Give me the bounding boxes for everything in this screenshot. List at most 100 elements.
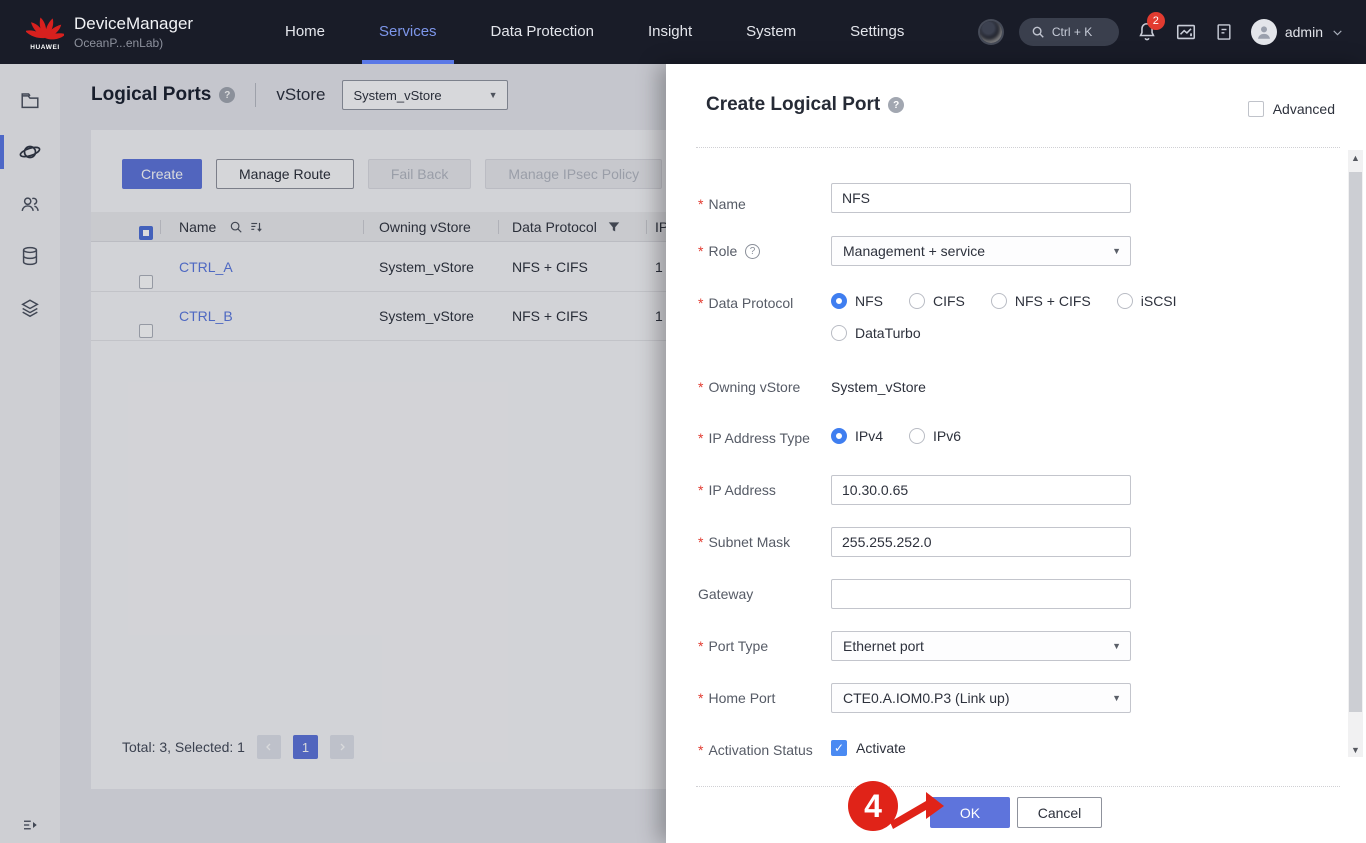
advanced-checkbox[interactable] (1248, 101, 1264, 117)
activate-checkbox[interactable]: ✓ (831, 740, 847, 756)
next-page-button[interactable] (330, 735, 354, 759)
page-title: Logical Ports (91, 84, 211, 106)
role-select[interactable]: Management + service ▼ (831, 236, 1131, 266)
user-menu[interactable]: admin (1251, 19, 1344, 45)
panel-scrollbar[interactable]: ▲ ▼ (1348, 150, 1363, 757)
radio-dot-icon (909, 428, 925, 444)
nav-home[interactable]: Home (258, 0, 352, 64)
activate-label: Activate (856, 740, 906, 756)
panel-help-icon[interactable]: ? (888, 97, 904, 113)
create-logical-port-panel: Create Logical Port ? Advanced Name Role… (666, 64, 1366, 843)
fail-back-button[interactable]: Fail Back (368, 159, 472, 189)
scroll-down-arrow[interactable]: ▼ (1348, 742, 1363, 757)
scroll-up-arrow[interactable]: ▲ (1348, 150, 1363, 165)
row-ip-partial: 1 (655, 292, 663, 341)
column-filter-icon[interactable] (607, 220, 621, 234)
help-icon[interactable]: ? (219, 87, 235, 103)
owning-vstore-value: System_vStore (831, 378, 926, 396)
advanced-toggle[interactable]: Advanced (1248, 101, 1335, 117)
theme-icon[interactable] (980, 21, 1002, 43)
report-button[interactable] (1214, 22, 1234, 42)
home-port-select-value: CTE0.A.IOM0.P3 (Link up) (843, 690, 1010, 706)
sidebar-item-users[interactable] (0, 178, 60, 230)
page-header: Logical Ports ? vStore System_vStore ▼ (91, 80, 508, 110)
caret-down-icon: ▼ (489, 90, 498, 100)
activation-status-label: Activation Status (698, 741, 813, 759)
cancel-button[interactable]: Cancel (1017, 797, 1102, 828)
radio-dataturbo[interactable]: DataTurbo (831, 325, 921, 341)
column-search-icon[interactable] (229, 220, 243, 234)
ip-address-label: IP Address (698, 475, 776, 505)
column-sort-icon[interactable] (249, 220, 263, 234)
port-type-label: Port Type (698, 631, 768, 661)
notifications-button[interactable]: 2 (1136, 21, 1158, 43)
caret-down-icon: ▼ (1112, 246, 1121, 256)
port-name-link[interactable]: CTRL_A (179, 243, 233, 292)
sidebar-item-resources[interactable] (0, 74, 60, 126)
home-port-select[interactable]: CTE0.A.IOM0.P3 (Link up) ▼ (831, 683, 1131, 713)
manage-ipsec-policy-button[interactable]: Manage IPsec Policy (485, 159, 662, 189)
nav-system[interactable]: System (719, 0, 823, 64)
name-input[interactable] (831, 183, 1131, 213)
ip-address-input[interactable] (831, 475, 1131, 505)
role-select-value: Management + service (843, 243, 985, 259)
scrollbar-thumb[interactable] (1349, 172, 1362, 712)
sidebar-collapse-button[interactable] (0, 817, 60, 833)
port-name-link[interactable]: CTRL_B (179, 292, 233, 341)
column-divider (160, 220, 161, 234)
gateway-label: Gateway (698, 579, 753, 609)
nav-settings[interactable]: Settings (823, 0, 931, 64)
nav-insight[interactable]: Insight (621, 0, 719, 64)
radio-dot-icon (831, 325, 847, 341)
row-checkbox[interactable] (139, 324, 153, 338)
radio-iscsi[interactable]: iSCSI (1117, 293, 1177, 309)
global-search[interactable]: Ctrl + K (1019, 18, 1119, 46)
ok-button[interactable]: OK (930, 797, 1010, 828)
column-name: Name (179, 212, 216, 242)
chevron-right-icon (336, 741, 348, 753)
column-divider (363, 220, 364, 234)
document-icon (1214, 22, 1234, 42)
select-all-checkbox[interactable] (139, 226, 153, 240)
app-title: DeviceManager (74, 14, 193, 34)
vstore-select[interactable]: System_vStore ▼ (342, 80, 508, 110)
sidebar-item-storage[interactable] (0, 230, 60, 282)
radio-dot-icon (831, 293, 847, 309)
prev-page-button[interactable] (257, 735, 281, 759)
row-checkbox[interactable] (139, 275, 153, 289)
vstore-label: vStore (276, 85, 325, 105)
create-button[interactable]: Create (122, 159, 202, 189)
nav-data-protection[interactable]: Data Protection (464, 0, 621, 64)
subnet-mask-input[interactable] (831, 527, 1131, 557)
nav-services[interactable]: Services (352, 0, 464, 64)
sidebar-item-ports[interactable] (0, 126, 60, 178)
manage-route-button[interactable]: Manage Route (216, 159, 354, 189)
separator (696, 786, 1340, 787)
radio-nfs[interactable]: NFS (831, 293, 883, 309)
main-nav: Home Services Data Protection Insight Sy… (258, 0, 931, 64)
database-icon (19, 245, 41, 267)
radio-nfs-cifs[interactable]: NFS + CIFS (991, 293, 1091, 309)
radio-cifs[interactable]: CIFS (909, 293, 965, 309)
title-divider (255, 83, 256, 107)
sidebar-item-services[interactable] (0, 282, 60, 334)
role-help-icon[interactable]: ? (745, 244, 760, 259)
port-type-select[interactable]: Ethernet port ▼ (831, 631, 1131, 661)
caret-down-icon: ▼ (1112, 641, 1121, 651)
performance-button[interactable] (1175, 21, 1197, 43)
row-data-protocol: NFS + CIFS (512, 292, 588, 341)
radio-ipv6[interactable]: IPv6 (909, 428, 961, 444)
owning-vstore-label: Owning vStore (698, 378, 800, 396)
gateway-input[interactable] (831, 579, 1131, 609)
row-owning-vstore: System_vStore (379, 243, 474, 292)
folder-icon (19, 89, 41, 111)
role-label: Role (698, 236, 737, 266)
row-ip-partial: 1 (655, 243, 663, 292)
data-protocol-label: Data Protocol (698, 294, 793, 312)
page-number-current[interactable]: 1 (293, 735, 318, 759)
radio-ipv4[interactable]: IPv4 (831, 428, 883, 444)
radio-dot-icon (831, 428, 847, 444)
row-data-protocol: NFS + CIFS (512, 243, 588, 292)
planet-icon (18, 140, 42, 164)
device-name: OceanP...enLab) (74, 36, 193, 50)
